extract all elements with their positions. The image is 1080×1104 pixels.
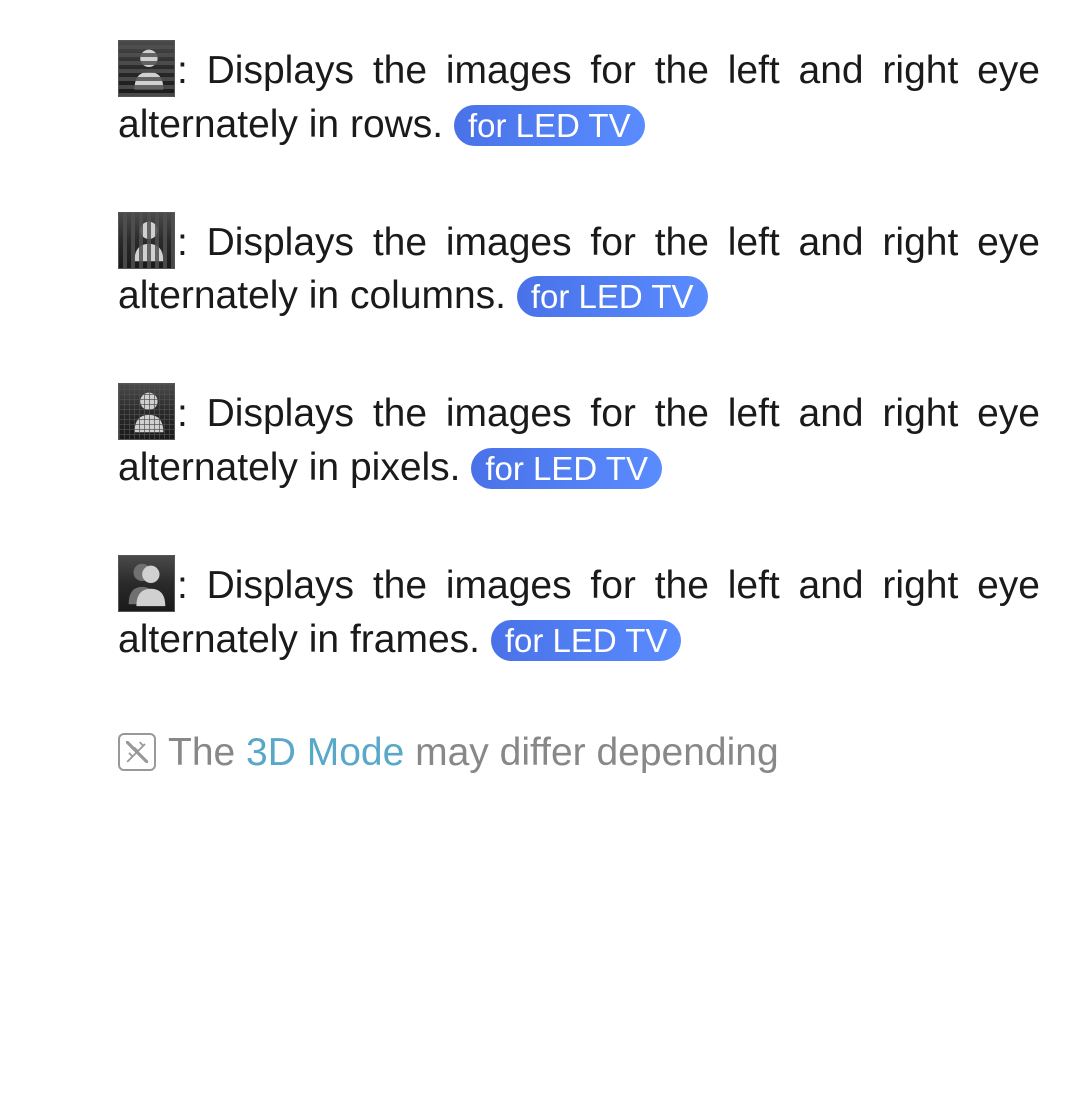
note-prefix: The [168,731,246,774]
note-highlight: 3D Mode [246,731,404,774]
rows-icon [118,40,175,97]
note-row: The 3D Mode may differ depending [118,727,1040,780]
mode-item-columns: : Displays the images for the left and r… [118,212,1040,326]
note-suffix: may differ depending [404,731,778,774]
led-tv-badge: for LED TV [471,448,662,489]
led-tv-badge: for LED TV [454,105,645,146]
columns-icon [118,212,175,269]
pixels-icon [118,383,175,440]
mode-item-rows: : Displays the images for the left and r… [118,40,1040,154]
led-tv-badge: for LED TV [517,276,708,317]
note-icon [118,733,156,771]
mode-item-pixels: : Displays the images for the left and r… [118,383,1040,497]
frames-icon [118,555,175,612]
led-tv-badge: for LED TV [491,620,682,661]
mode-item-frames: : Displays the images for the left and r… [118,555,1040,669]
